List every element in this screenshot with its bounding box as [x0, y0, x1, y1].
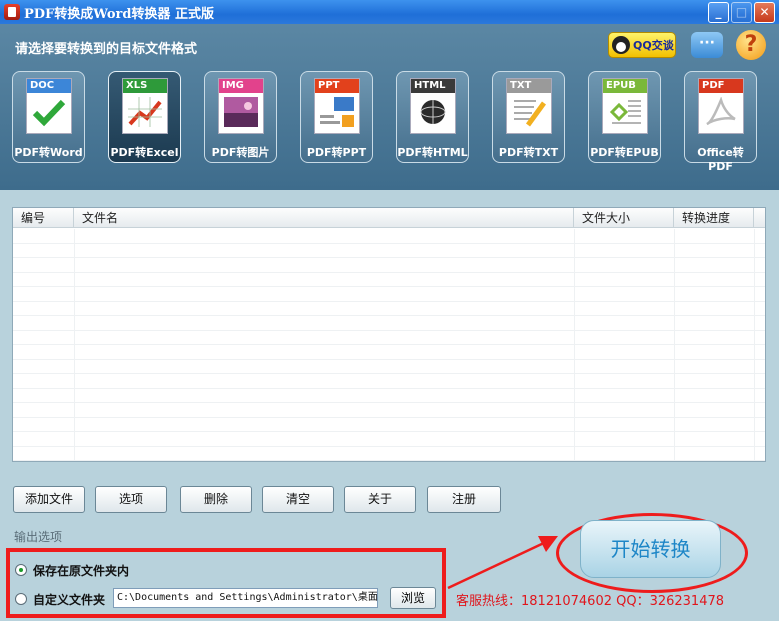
custom-folder-label[interactable]: 自定义文件夹	[33, 591, 105, 608]
register-button[interactable]: 注册	[427, 486, 501, 513]
app-icon	[4, 4, 20, 20]
window-title: PDF转换成Word转换器 正式版	[24, 6, 214, 22]
format-label: PDF转EPUB	[590, 146, 659, 159]
browse-button[interactable]: 浏览	[390, 587, 436, 609]
format-pdf-to-word[interactable]: DOC PDF转Word	[12, 71, 85, 163]
format-label: PDF转HTML	[397, 146, 468, 159]
maximize-button[interactable]: □	[731, 2, 752, 23]
format-label: PDF转图片	[211, 146, 270, 159]
format-label: PDF转PPT	[306, 146, 367, 159]
close-button[interactable]: ✕	[754, 2, 775, 23]
format-header: 请选择要转换到的目标文件格式 QQ交谈 ··· ? DOC PDF转Word X…	[0, 24, 779, 190]
format-pdf-to-image[interactable]: IMG PDF转图片	[204, 71, 277, 163]
doc-file-icon: DOC	[26, 78, 72, 134]
save-original-radio[interactable]	[15, 564, 27, 576]
img-file-icon: IMG	[218, 78, 264, 134]
output-path-input[interactable]: C:\Documents and Settings\Administrator\…	[113, 588, 378, 608]
format-pdf-to-ppt[interactable]: PPT PDF转PPT	[300, 71, 373, 163]
pdf-file-icon: PDF	[698, 78, 744, 134]
format-pdf-to-html[interactable]: HTML PDF转HTML	[396, 71, 469, 163]
table-header: 编号 文件名 文件大小 转换进度	[13, 208, 765, 228]
about-button[interactable]: 关于	[344, 486, 416, 513]
options-button[interactable]: 选项	[95, 486, 167, 513]
qq-penguin-icon	[612, 36, 630, 54]
html-file-icon: HTML	[410, 78, 456, 134]
format-pdf-to-txt[interactable]: TXT PDF转TXT	[492, 71, 565, 163]
qq-chat-button[interactable]: QQ交谈	[608, 32, 676, 58]
format-label: PDF转Word	[14, 146, 83, 159]
epub-file-icon: EPUB	[602, 78, 648, 134]
arrow-annotation	[447, 536, 558, 590]
delete-button[interactable]: 删除	[180, 486, 252, 513]
ppt-file-icon: PPT	[314, 78, 360, 134]
format-label: Office转PDF	[697, 146, 744, 173]
title-bar: PDF转换成Word转换器 正式版 _ □ ✕	[0, 0, 779, 24]
txt-file-icon: TXT	[506, 78, 552, 134]
window-controls: _ □ ✕	[708, 2, 775, 23]
qq-chat-label: QQ交谈	[633, 39, 674, 52]
chat-bubble-icon[interactable]: ···	[691, 32, 723, 58]
format-label: PDF转Excel	[110, 146, 179, 159]
file-list-table[interactable]: 编号 文件名 文件大小 转换进度	[12, 207, 766, 462]
help-icon[interactable]: ?	[736, 30, 766, 60]
format-pdf-to-epub[interactable]: EPUB PDF转EPUB	[588, 71, 661, 163]
xls-file-icon: XLS	[122, 78, 168, 134]
column-header-number[interactable]: 编号	[13, 208, 74, 227]
format-label: PDF转TXT	[498, 146, 559, 159]
format-pdf-to-excel[interactable]: XLS PDF转Excel	[108, 71, 181, 163]
clear-button[interactable]: 清空	[262, 486, 334, 513]
format-prompt: 请选择要转换到的目标文件格式	[15, 42, 198, 57]
support-hotline: 客服热线：18121074602 QQ：326231478	[456, 594, 725, 609]
table-body	[13, 229, 765, 461]
column-header-progress[interactable]: 转换进度	[674, 208, 754, 227]
add-file-button[interactable]: 添加文件	[13, 486, 85, 513]
custom-folder-radio[interactable]	[15, 593, 27, 605]
column-header-filesize[interactable]: 文件大小	[574, 208, 674, 227]
minimize-button[interactable]: _	[708, 2, 729, 23]
column-header-filename[interactable]: 文件名	[74, 208, 574, 227]
format-office-to-pdf[interactable]: PDF Office转PDF	[684, 71, 757, 173]
save-original-label[interactable]: 保存在原文件夹内	[33, 562, 129, 579]
start-convert-button[interactable]: 开始转换	[580, 520, 721, 578]
output-options-label: 输出选项	[14, 530, 63, 544]
